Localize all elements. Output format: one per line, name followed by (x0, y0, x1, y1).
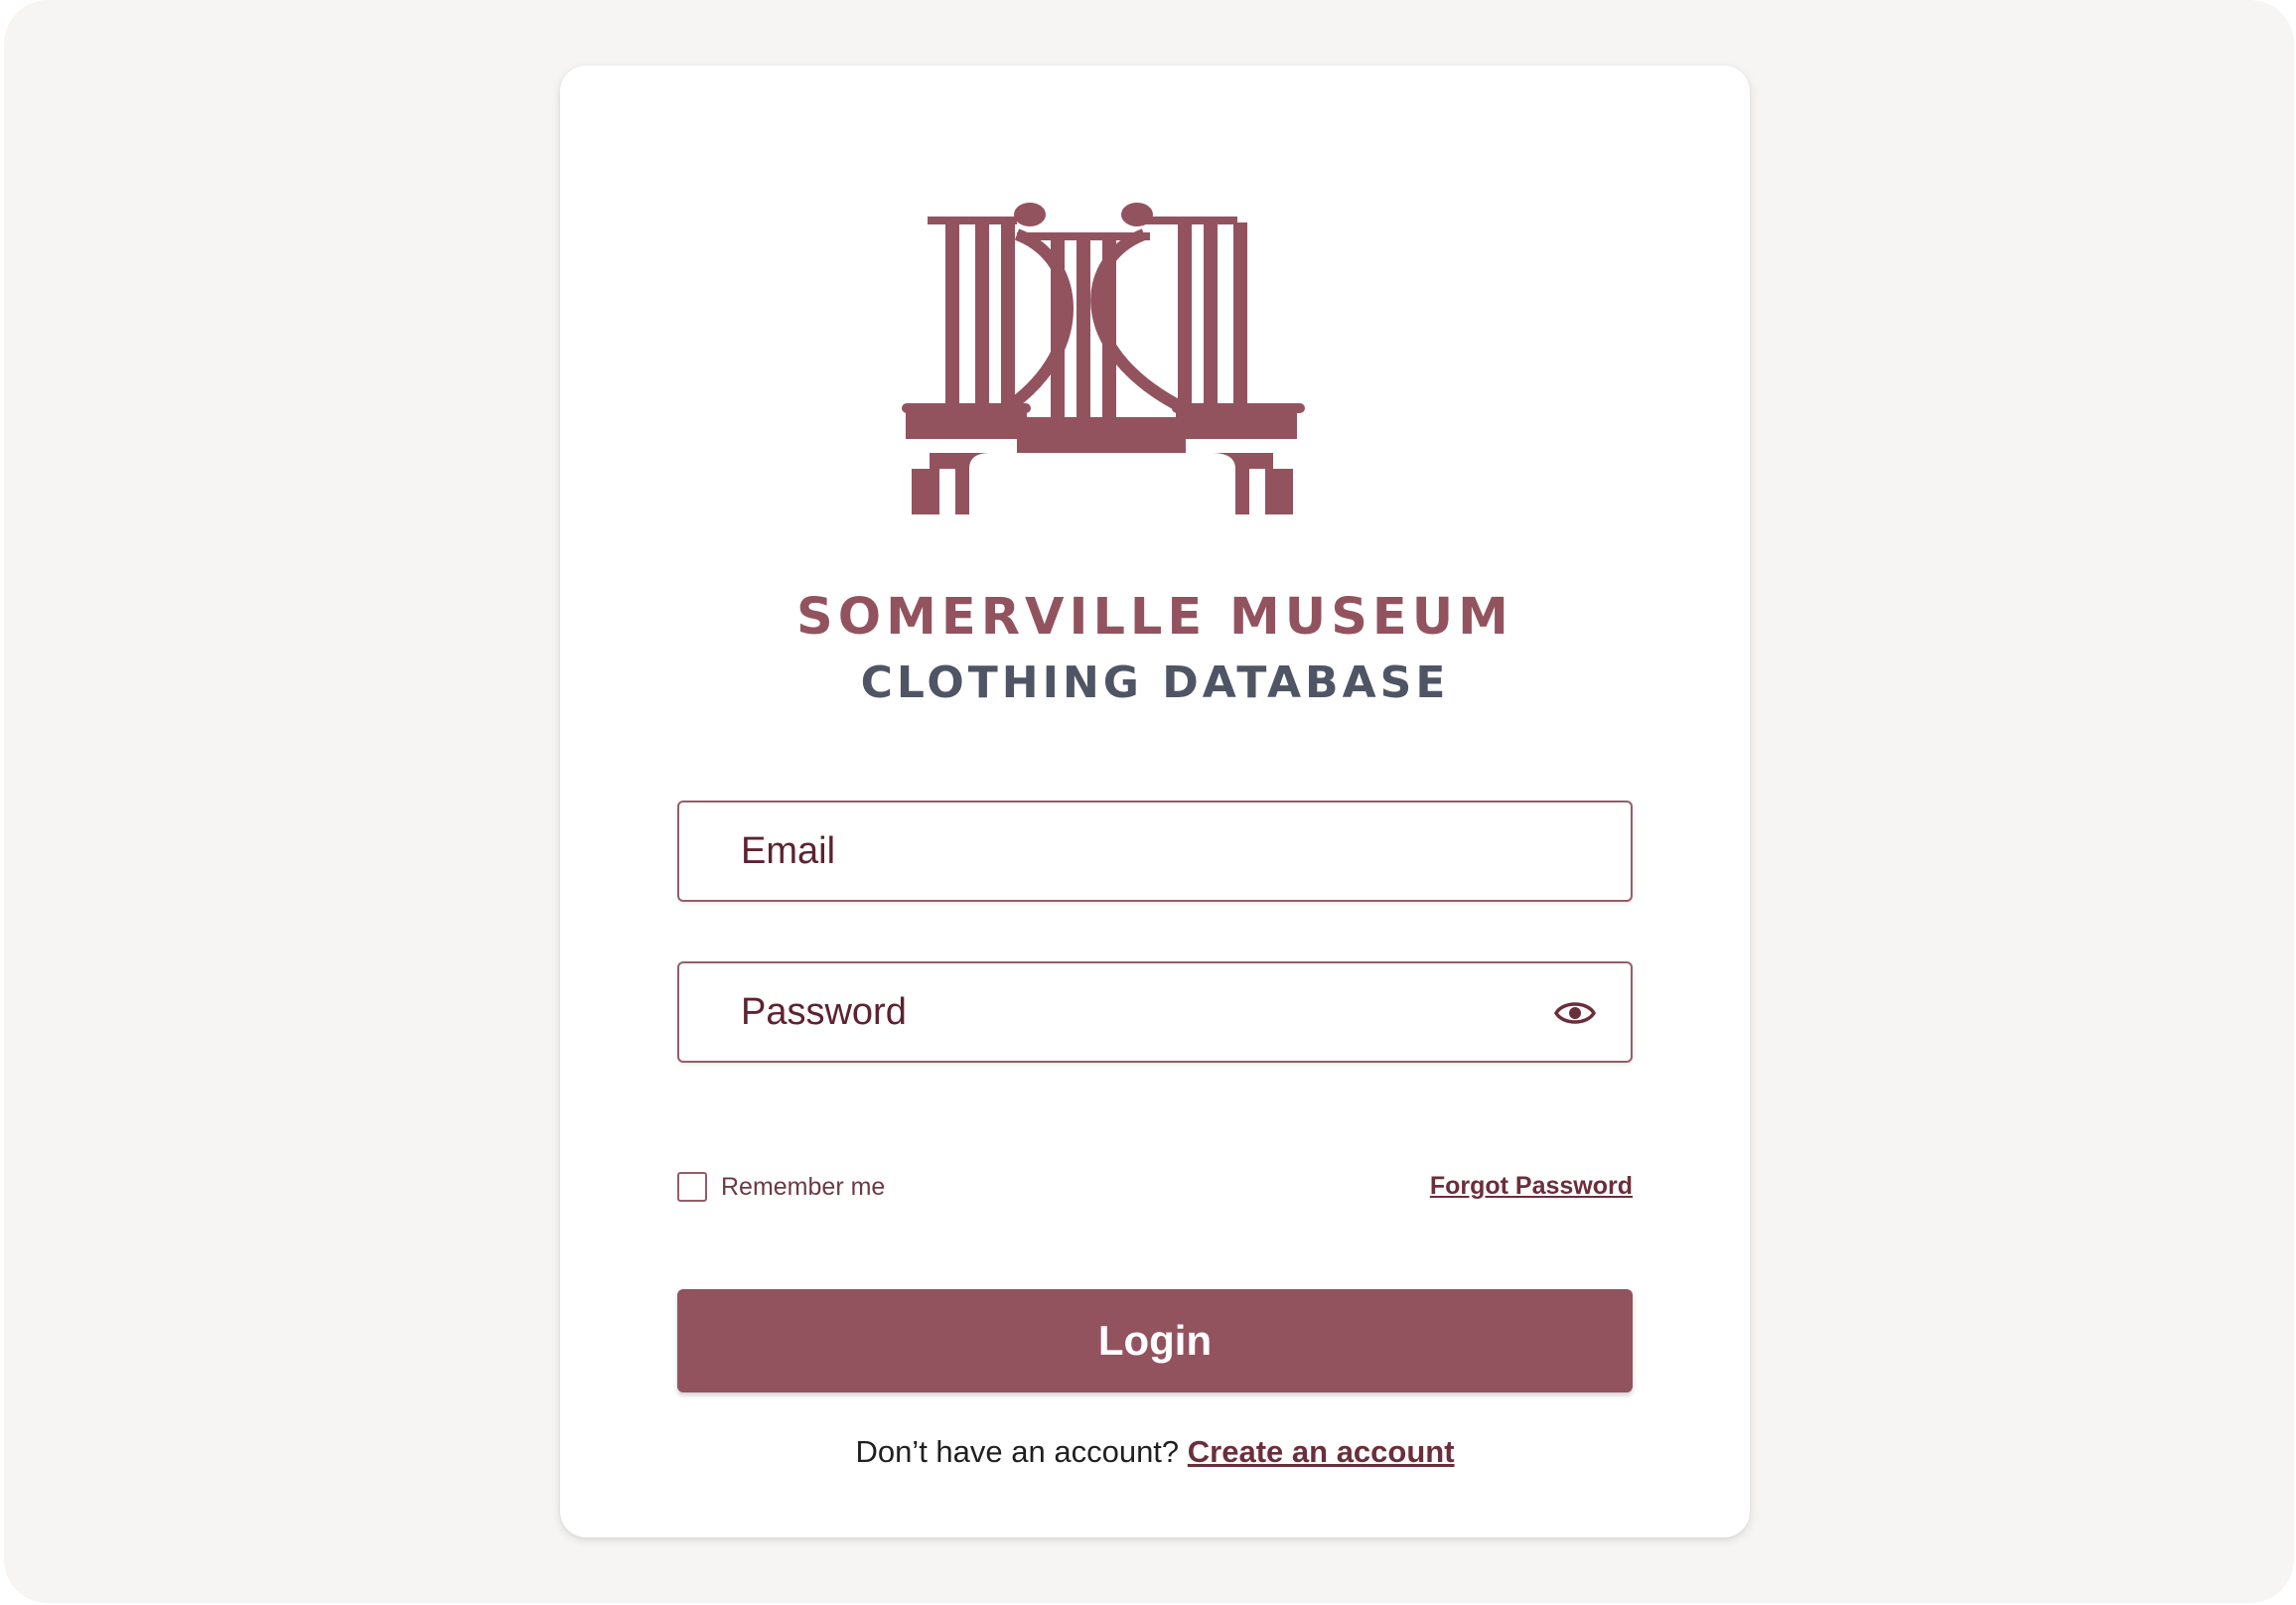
signup-prompt: Don’t have an account? (855, 1434, 1180, 1469)
remember-me-label: Remember me (721, 1172, 886, 1201)
login-button[interactable]: Login (677, 1289, 1633, 1392)
signup-row: Don’t have an account? Create an account (560, 1434, 1750, 1470)
email-placeholder: Email (741, 830, 836, 872)
eye-icon[interactable] (1553, 993, 1597, 1033)
museum-logo (902, 203, 1305, 514)
remember-me-checkbox[interactable] (677, 1172, 707, 1202)
login-card: SOMERVILLE MUSEUM CLOTHING DATABASE Emai… (560, 66, 1750, 1537)
password-placeholder: Password (741, 991, 907, 1033)
email-field[interactable]: Email (677, 801, 1633, 902)
page-background: SOMERVILLE MUSEUM CLOTHING DATABASE Emai… (4, 0, 2294, 1603)
forgot-password-link[interactable]: Forgot Password (1430, 1172, 1633, 1201)
brand-title: SOMERVILLE MUSEUM (796, 588, 1513, 647)
create-account-link[interactable]: Create an account (1188, 1434, 1455, 1469)
remember-me[interactable]: Remember me (677, 1170, 885, 1204)
password-field[interactable]: Password (677, 961, 1633, 1063)
brand-subtitle: CLOTHING DATABASE (860, 657, 1450, 708)
